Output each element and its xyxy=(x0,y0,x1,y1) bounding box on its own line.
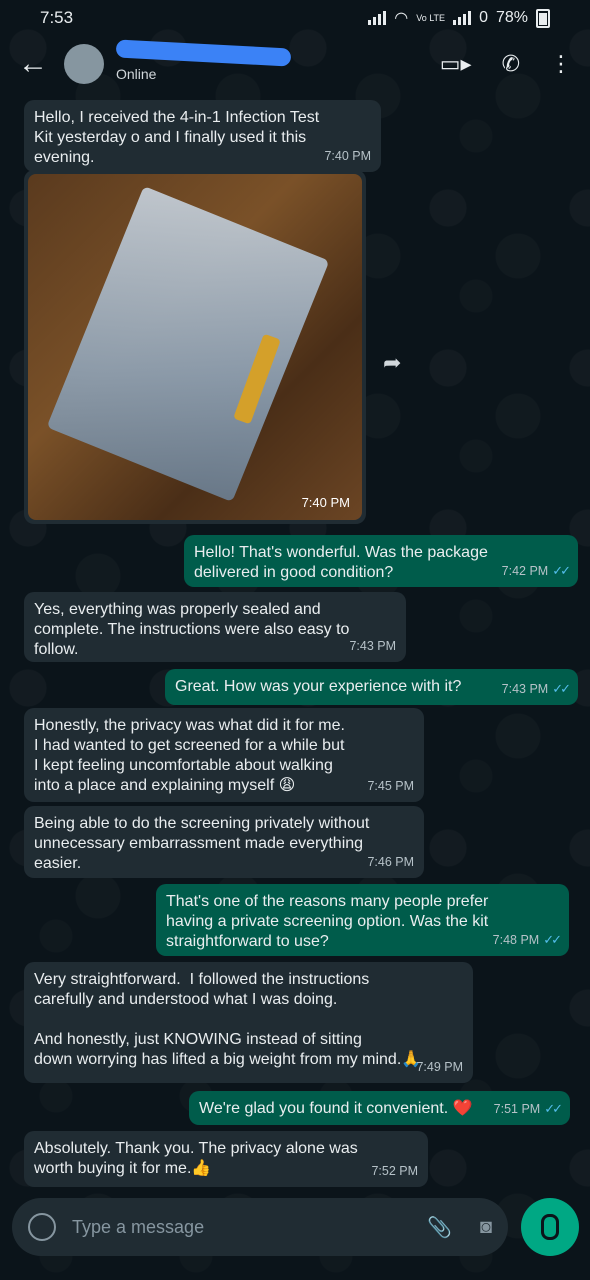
message-time: 7:52 PM xyxy=(371,1164,418,1178)
message-incoming[interactable]: Yes, everything was properly sealed and … xyxy=(24,592,406,662)
status-icons: ◠ Vo LTE 0 78% xyxy=(368,8,550,28)
message-input[interactable]: Type a message xyxy=(72,1217,204,1238)
message-incoming[interactable]: Hello, I received the 4-in-1 Infection T… xyxy=(24,100,381,172)
message-text: Yes, everything was properly sealed and … xyxy=(34,601,350,658)
volte-label: Vo LTE xyxy=(416,12,446,23)
message-incoming[interactable]: Absolutely. Thank you. The privacy alone… xyxy=(24,1131,428,1187)
contact-status: Online xyxy=(116,66,157,82)
message-time: 7:46 PM xyxy=(367,855,414,869)
header-actions: ▭▸ ✆ ⋮ xyxy=(440,51,572,77)
read-tick-icon: ✓✓ xyxy=(552,681,571,696)
message-meta: 7:51 PM ✓✓ xyxy=(493,1099,563,1119)
message-meta: 7:43 PM ✓✓ xyxy=(501,679,571,699)
mic-button[interactable] xyxy=(521,1198,579,1256)
message-composer[interactable]: Type a message 📎 ◙ xyxy=(12,1198,508,1256)
video-call-icon[interactable]: ▭▸ xyxy=(440,51,472,77)
forward-icon[interactable]: ➦ xyxy=(383,350,409,376)
data-saver-icon: 0 xyxy=(479,9,488,26)
test-kit-photo[interactable]: 7:40 PM xyxy=(28,174,362,520)
battery-icon xyxy=(536,8,550,28)
back-arrow-icon[interactable]: ← xyxy=(18,47,58,81)
camera-icon[interactable]: ◙ xyxy=(480,1216,492,1239)
message-time: 7:42 PM xyxy=(501,564,549,578)
status-bar: 7:53 ◠ Vo LTE 0 78% xyxy=(0,0,590,36)
message-text: Very straightforward. I followed the ins… xyxy=(34,971,422,1068)
message-time: 7:43 PM xyxy=(501,682,549,696)
avatar[interactable] xyxy=(64,44,104,84)
more-options-icon[interactable]: ⋮ xyxy=(550,51,572,77)
message-time: 7:40 PM xyxy=(324,149,371,163)
message-time: 7:49 PM xyxy=(416,1060,463,1074)
signal-icon xyxy=(368,11,387,25)
message-meta: 7:48 PM ✓✓ xyxy=(492,930,562,950)
message-incoming[interactable]: Honestly, the privacy was what did it fo… xyxy=(24,708,424,802)
contact-info[interactable]: Online xyxy=(115,39,296,86)
chat-header: ← Online ▭▸ ✆ ⋮ xyxy=(0,36,590,92)
message-text: Honestly, the privacy was what did it fo… xyxy=(34,717,345,794)
signal-icon-2 xyxy=(453,11,472,25)
status-time: 7:53 xyxy=(40,8,74,27)
message-time: 7:43 PM xyxy=(349,639,396,653)
test-kit-package xyxy=(46,186,330,502)
message-incoming[interactable]: Being able to do the screening privately… xyxy=(24,806,424,878)
attach-icon[interactable]: 📎 xyxy=(427,1215,452,1240)
message-text: Absolutely. Thank you. The privacy alone… xyxy=(34,1140,358,1177)
phone-icon[interactable]: ✆ xyxy=(502,51,520,77)
battery-percent: 78% xyxy=(495,9,528,26)
read-tick-icon: ✓✓ xyxy=(552,563,571,578)
contact-name-redacted xyxy=(115,39,292,67)
read-tick-icon: ✓✓ xyxy=(543,932,562,947)
wifi-icon: ◠ xyxy=(394,10,409,27)
message-time: 7:40 PM xyxy=(301,495,350,510)
message-text: Hello, I received the 4-in-1 Infection T… xyxy=(34,109,320,166)
message-outgoing[interactable]: Hello! That's wonderful. Was the package… xyxy=(184,535,578,587)
message-text: Being able to do the screening privately… xyxy=(34,815,370,872)
message-time: 7:45 PM xyxy=(367,779,414,793)
message-outgoing[interactable]: We're glad you found it convenient. ❤️ 7… xyxy=(189,1091,570,1125)
mic-icon xyxy=(541,1214,559,1240)
message-meta: 7:42 PM ✓✓ xyxy=(501,561,571,581)
message-time: 7:51 PM xyxy=(493,1102,541,1116)
emoji-icon[interactable] xyxy=(28,1213,56,1241)
message-time: 7:48 PM xyxy=(492,933,540,947)
message-outgoing[interactable]: Great. How was your experience with it? … xyxy=(165,669,578,705)
message-image[interactable]: 7:40 PM xyxy=(24,170,366,524)
message-incoming[interactable]: Very straightforward. I followed the ins… xyxy=(24,962,473,1083)
message-outgoing[interactable]: That's one of the reasons many people pr… xyxy=(156,884,569,956)
read-tick-icon: ✓✓ xyxy=(544,1101,563,1116)
